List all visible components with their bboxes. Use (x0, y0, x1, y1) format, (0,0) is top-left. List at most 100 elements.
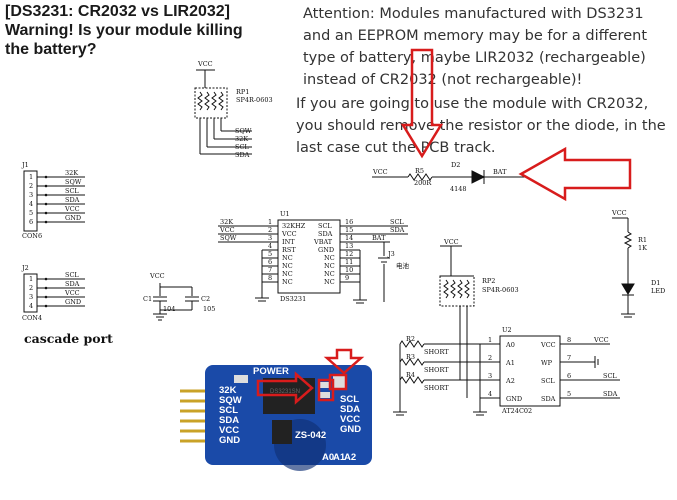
u2-left-1: A0 (505, 341, 515, 349)
u2-rnum-4: 5 (567, 390, 571, 398)
u1-right-6: NC (324, 262, 335, 270)
u1-out-1: SCL (390, 218, 404, 226)
u2-lnum-4: 4 (488, 390, 492, 398)
j2-num-1: 1 (29, 275, 33, 283)
u2-lnum-3: 3 (488, 372, 492, 380)
u1-rnum-2: 15 (345, 226, 353, 234)
j2-pin-3: VCC (64, 289, 80, 297)
rp2-label: RP2 (482, 277, 495, 285)
u1-left-4: RST (282, 246, 296, 254)
j1-num-1: 1 (29, 173, 33, 181)
j1-pin-3: SCL (65, 187, 79, 195)
board-addr-3: A2 (344, 452, 356, 463)
u2-sda-label: SDA (603, 390, 618, 398)
u2-left-4: GND (506, 395, 522, 403)
u1-rnum-1: 16 (345, 218, 353, 226)
u1-right-7: NC (324, 270, 335, 278)
c2-label: C2 (201, 295, 210, 303)
r3-short: SHORT (424, 366, 449, 374)
u1-name: DS3231 (280, 295, 306, 303)
arrow-left-bat-icon (518, 146, 632, 202)
j2-label: J2 (21, 264, 29, 272)
rp1-out-2: 32K (235, 135, 248, 143)
r1-label: R1 (638, 236, 647, 244)
j1-num-3: 3 (29, 191, 33, 199)
rp2-vcc-label: VCC (443, 238, 459, 246)
u1-left-2: VCC (281, 230, 297, 238)
u1-rnum-3: 14 (345, 234, 353, 242)
j1-name: CON6 (22, 232, 42, 240)
j3-label: J3 (387, 250, 395, 258)
u1-left-8: NC (282, 278, 293, 286)
u1-in-3: SQW (220, 234, 237, 242)
u1-lnum-3: 3 (268, 234, 272, 242)
u1-rnum-5: 12 (345, 250, 353, 258)
u2-rnum-2: 7 (567, 354, 571, 362)
u1-in-1: 32K (220, 218, 233, 226)
j1-pin-1: 32K (65, 169, 78, 177)
c-vcc-label: VCC (149, 272, 165, 280)
u1-out-3: BAT (372, 234, 386, 242)
r1-value: 1K (638, 244, 647, 252)
j3-sub: 电池 (396, 261, 410, 270)
u1-lnum-7: 7 (268, 266, 272, 274)
j2-num-2: 2 (29, 284, 33, 292)
schematic-diagram: VCC RP1 SP4R-0603 SQW 32K SCL SDA J1 CON… (21, 48, 665, 471)
j1-num-2: 2 (29, 182, 33, 190)
board-power-label: POWER (253, 366, 289, 377)
j2-name: CON4 (22, 314, 42, 322)
u1-right-4: GND (318, 246, 334, 254)
rp1-out-4: SDA (235, 151, 250, 159)
r4-short: SHORT (424, 384, 449, 392)
u1-lnum-6: 6 (268, 258, 272, 266)
r2-short: SHORT (424, 348, 449, 356)
j1-pin-6: GND (65, 214, 81, 222)
u2-scl-label: SCL (603, 372, 617, 380)
u1-right-8: NC (324, 278, 335, 286)
u2-right-1: VCC (540, 341, 556, 349)
j1-pin-5: VCC (64, 205, 80, 213)
u1-left-7: NC (282, 270, 293, 278)
u1-lnum-5: 5 (268, 250, 272, 258)
r3-label: R3 (406, 353, 415, 361)
u1-rnum-4: 13 (345, 242, 353, 250)
board-left-6: GND (219, 435, 240, 446)
r5-value: 200R (414, 179, 432, 187)
u1-lnum-4: 4 (268, 242, 272, 250)
u2-left-3: A2 (505, 377, 515, 385)
r5-vcc-label: VCC (372, 168, 388, 176)
j2-pin-2: SDA (65, 280, 80, 288)
u1-right-3: VBAT (313, 238, 333, 246)
u2-lnum-1: 1 (488, 336, 492, 344)
j1-pin-4: SDA (65, 196, 80, 204)
u2-rnum-3: 6 (567, 372, 571, 380)
d1-value: LED (651, 287, 665, 295)
r2-label: R2 (406, 335, 415, 343)
u2-right-3: SCL (541, 377, 555, 385)
j2-num-3: 3 (29, 293, 33, 301)
d1-label: D1 (651, 279, 660, 287)
j1-pin-2: SQW (65, 178, 82, 186)
j1-num-4: 4 (29, 200, 33, 208)
u2-right-2: WP (541, 359, 553, 367)
d2-value: 4148 (450, 185, 467, 193)
u1-right-2: SDA (318, 230, 333, 238)
bat-label: BAT (493, 168, 507, 176)
u1-lnum-1: 1 (268, 218, 272, 226)
u1-right-5: NC (324, 254, 335, 262)
board-right-4: GND (340, 424, 361, 435)
j2-pin-1: SCL (65, 271, 79, 279)
rp1-out-3: SCL (235, 143, 249, 151)
r5-label: R5 (415, 167, 424, 175)
u1-rnum-6: 11 (345, 258, 353, 266)
u1-left-5: NC (282, 254, 293, 262)
u2-lnum-2: 2 (488, 354, 492, 362)
d2-label: D2 (451, 161, 460, 169)
j2-pin-4: GND (65, 298, 81, 306)
c2-value: 105 (203, 305, 215, 313)
r1-vcc-label: VCC (611, 209, 627, 217)
u2-name: AT24C02 (501, 407, 532, 415)
j2-num-4: 4 (29, 302, 33, 310)
arrow-down-resistor-icon (400, 48, 444, 159)
j1-num-5: 5 (29, 209, 33, 217)
